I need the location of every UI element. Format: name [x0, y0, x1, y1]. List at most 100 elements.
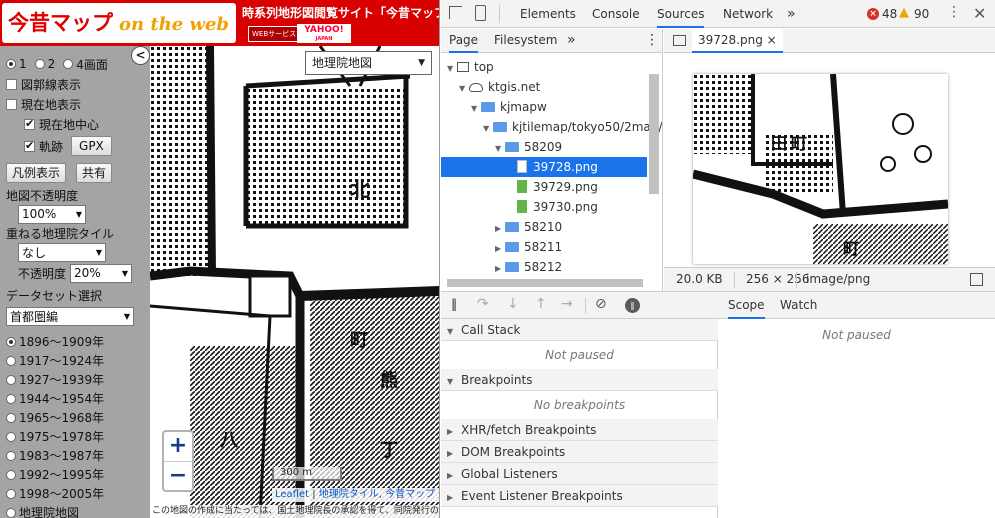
- tab-page[interactable]: Page: [449, 29, 479, 53]
- period-option[interactable]: 地理院地図: [6, 503, 150, 518]
- track-toggle[interactable]: 軌跡 GPX: [6, 134, 150, 158]
- inspect-element-icon[interactable]: [449, 6, 462, 19]
- navigator-vertical-scrollbar[interactable]: [649, 74, 659, 194]
- deactivate-breakpoints-icon[interactable]: ⊘: [595, 296, 607, 312]
- dataset-select[interactable]: 首都圏編 ▼: [6, 306, 134, 326]
- tab-scope[interactable]: Scope: [728, 292, 765, 319]
- xhr-breakpoints-section[interactable]: ▶ XHR/fetch Breakpoints: [441, 419, 718, 441]
- period-radio[interactable]: [6, 374, 16, 385]
- yahoo-badge[interactable]: YAHOO! JAPAN: [297, 24, 351, 43]
- tree-arrow-icon[interactable]: ▶: [495, 239, 505, 259]
- period-radio[interactable]: [6, 507, 16, 518]
- gsi-tiles-link[interactable]: 地理院タイル: [319, 489, 379, 500]
- step-over-icon[interactable]: ↷: [477, 296, 489, 312]
- download-icon[interactable]: [970, 273, 983, 286]
- period-option[interactable]: 1998～2005年: [6, 484, 150, 503]
- map-opacity-select[interactable]: 100% ▼: [18, 204, 86, 224]
- dom-breakpoints-section[interactable]: ▶ DOM Breakpoints: [441, 441, 718, 463]
- period-option[interactable]: 1965～1968年: [6, 408, 150, 427]
- navigator-menu-icon[interactable]: ⋮: [645, 29, 659, 53]
- close-icon[interactable]: ✕: [973, 4, 986, 23]
- period-radio[interactable]: [6, 412, 16, 423]
- period-option[interactable]: 1975～1978年: [6, 427, 150, 446]
- tree-arrow-icon[interactable]: ▼: [471, 99, 481, 119]
- period-radio[interactable]: [6, 393, 16, 404]
- overlay-opacity-select[interactable]: 20% ▼: [70, 263, 133, 283]
- tab-network[interactable]: Network: [723, 0, 773, 28]
- period-option[interactable]: 1992～1995年: [6, 465, 150, 484]
- tree-folder-item[interactable]: ▼ kjmapw: [441, 97, 647, 117]
- web-service-badge[interactable]: WEBサービス: [248, 26, 301, 42]
- more-navigator-tabs-chevron[interactable]: »: [567, 29, 576, 53]
- share-button[interactable]: 共有: [76, 163, 113, 183]
- event-listener-breakpoints-section[interactable]: ▶ Event Listener Breakpoints: [441, 485, 718, 507]
- pause-icon[interactable]: ‖: [451, 297, 457, 311]
- tree-arrow-icon[interactable]: ▼: [447, 59, 457, 79]
- more-tabs-chevron[interactable]: »: [787, 0, 796, 28]
- period-radio[interactable]: [6, 431, 16, 442]
- tree-folder-item[interactable]: ▼ kjtilemap/tokyo50/2man/: [441, 117, 662, 139]
- panel-collapse-button[interactable]: <: [131, 46, 150, 65]
- period-option[interactable]: 1983～1987年: [6, 446, 150, 465]
- step-into-icon[interactable]: ↓: [507, 296, 519, 312]
- error-count[interactable]: 48: [882, 7, 897, 21]
- period-radio[interactable]: [6, 469, 16, 480]
- zoom-in-button[interactable]: +: [164, 432, 192, 461]
- call-stack-section[interactable]: ▼ Call Stack: [441, 319, 718, 341]
- center-current-checkbox[interactable]: [24, 117, 35, 130]
- tab-watch[interactable]: Watch: [780, 292, 817, 319]
- navigator-horizontal-scrollbar[interactable]: [447, 279, 643, 287]
- track-checkbox[interactable]: [24, 139, 35, 152]
- error-icon[interactable]: ×: [867, 8, 879, 20]
- gpx-button[interactable]: GPX: [71, 136, 112, 156]
- tree-folder-item[interactable]: ▶ 58210: [441, 217, 647, 237]
- device-toolbar-icon[interactable]: [475, 5, 486, 21]
- map-type-select[interactable]: 地理院地図 ▼: [305, 51, 432, 75]
- screen-2-radio[interactable]: [34, 59, 45, 69]
- global-listeners-section[interactable]: ▶ Global Listeners: [441, 463, 718, 485]
- tab-console[interactable]: Console: [592, 0, 640, 28]
- period-radio[interactable]: [6, 355, 16, 366]
- screen-4-radio[interactable]: [63, 59, 74, 69]
- overlay-tile-select[interactable]: なし ▼: [18, 242, 106, 262]
- tree-arrow-icon[interactable]: ▼: [495, 139, 505, 159]
- period-radio[interactable]: [6, 450, 16, 461]
- tree-folder-item[interactable]: ▶ 58212: [441, 257, 647, 277]
- tree-arrow-icon[interactable]: ▼: [483, 119, 493, 139]
- zoom-out-button[interactable]: −: [164, 461, 192, 490]
- period-option[interactable]: 1927～1939年: [6, 370, 150, 389]
- warning-count[interactable]: 90: [914, 7, 929, 21]
- grid-lines-toggle[interactable]: 図郭線表示: [6, 74, 150, 94]
- tree-file-item[interactable]: 39728.png: [441, 157, 647, 177]
- tree-folder-item[interactable]: ▼ top: [441, 57, 647, 77]
- step-icon[interactable]: →: [561, 296, 573, 312]
- konjaku-map-link[interactable]: 今昔マップ: [385, 489, 435, 500]
- leaflet-link[interactable]: Leaflet: [275, 489, 309, 500]
- period-radio[interactable]: [6, 488, 16, 499]
- tab-elements[interactable]: Elements: [520, 0, 576, 28]
- tree-folder-item[interactable]: ▼ ktgis.net: [441, 77, 647, 97]
- current-location-checkbox[interactable]: [6, 98, 17, 110]
- tree-folder-item[interactable]: ▶ 58211: [441, 237, 647, 257]
- tree-file-item[interactable]: 39730.png: [441, 197, 647, 217]
- close-icon[interactable]: ×: [767, 33, 777, 47]
- legend-button[interactable]: 凡例表示: [6, 163, 67, 183]
- period-option[interactable]: 1944～1954年: [6, 389, 150, 408]
- period-option[interactable]: 1917～1924年: [6, 351, 150, 370]
- tree-arrow-icon[interactable]: ▶: [495, 219, 505, 239]
- tree-arrow-icon[interactable]: ▼: [459, 79, 469, 99]
- tree-file-item[interactable]: 39729.png: [441, 177, 647, 197]
- editor-file-tab[interactable]: 39728.png ×: [692, 29, 783, 53]
- period-radio[interactable]: [6, 336, 16, 347]
- pause-on-exceptions-icon[interactable]: ‖: [625, 298, 640, 313]
- breakpoints-section[interactable]: ▼ Breakpoints: [441, 369, 718, 391]
- tab-sources[interactable]: Sources: [657, 0, 705, 28]
- site-logo[interactable]: 今昔マップ on the web: [2, 3, 236, 43]
- center-current-toggle[interactable]: 現在地中心: [6, 114, 150, 134]
- screen-1-radio[interactable]: [6, 59, 16, 69]
- current-location-toggle[interactable]: 現在地表示: [6, 94, 150, 114]
- kebab-menu-icon[interactable]: ⋮: [947, 5, 961, 19]
- tab-filesystem[interactable]: Filesystem: [494, 29, 557, 53]
- period-option[interactable]: 1896～1909年: [6, 332, 150, 351]
- tree-arrow-icon[interactable]: ▶: [495, 259, 505, 279]
